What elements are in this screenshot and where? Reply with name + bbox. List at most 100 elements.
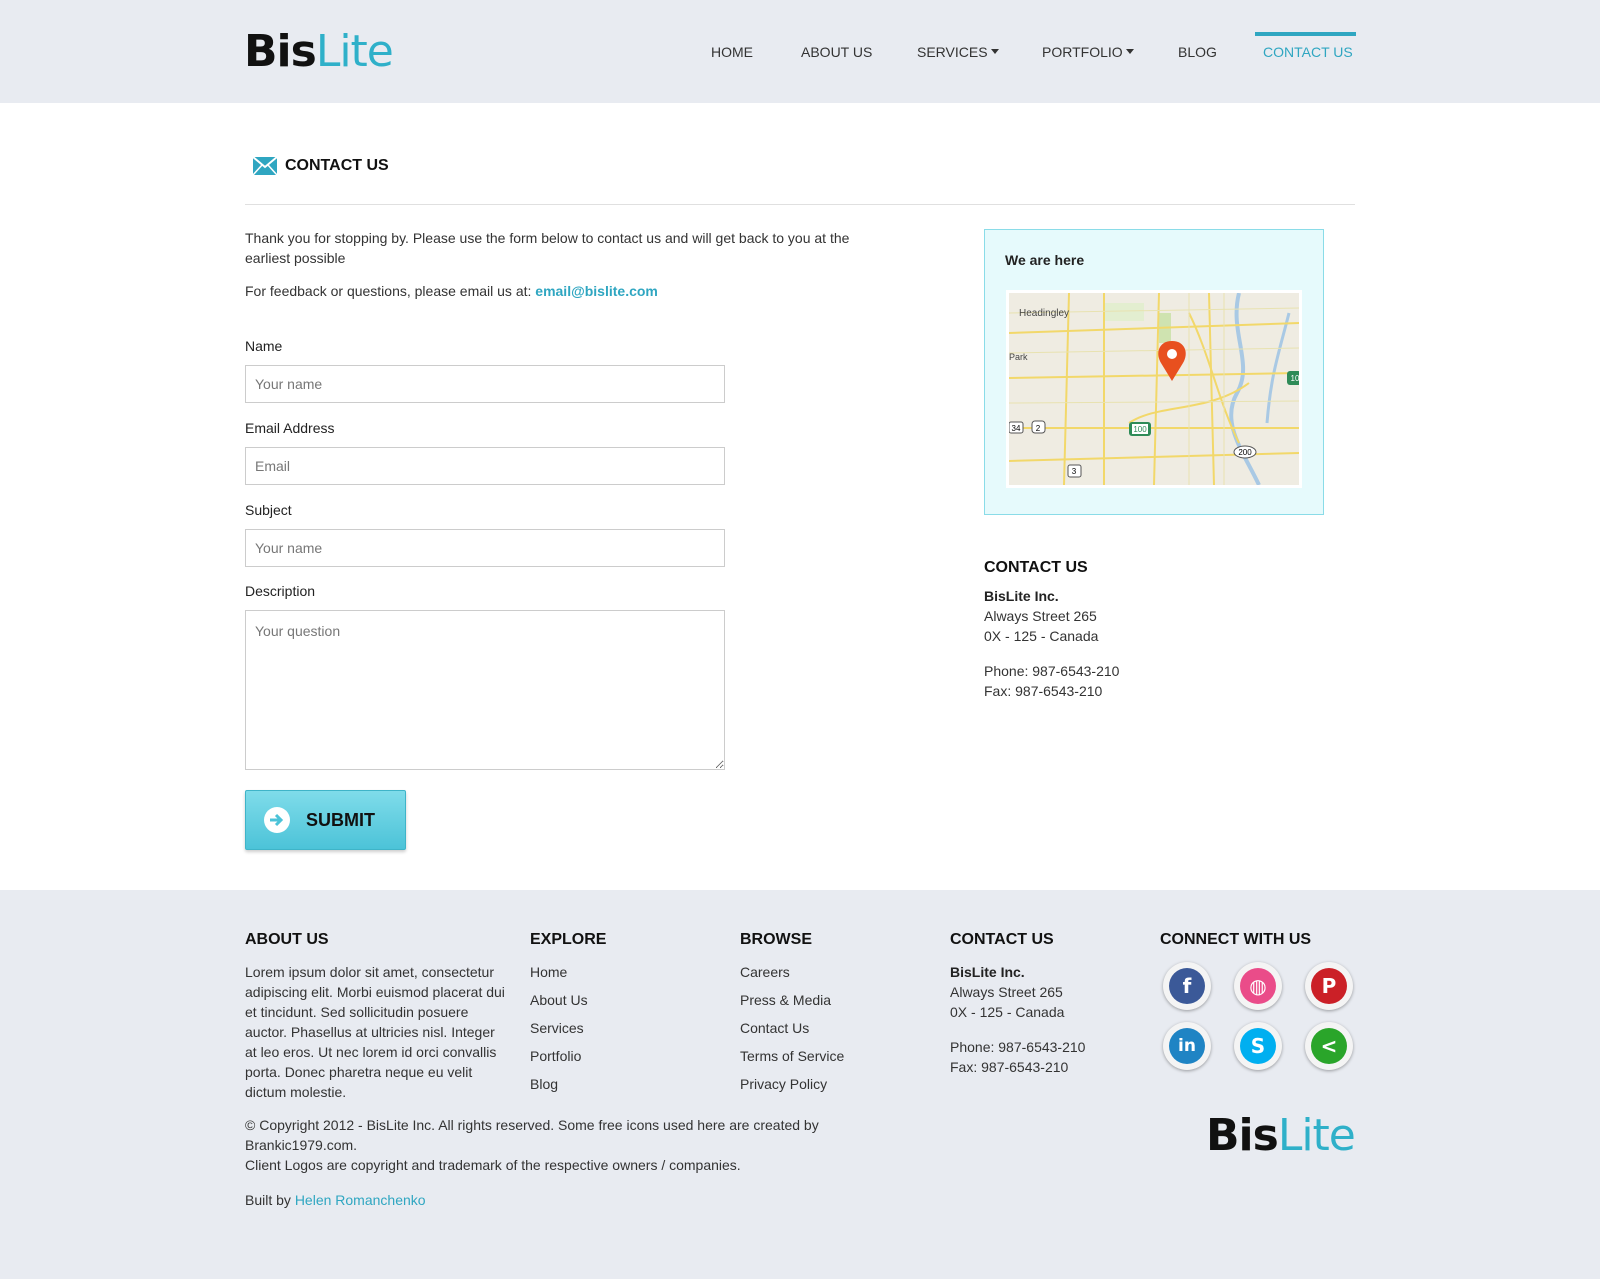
map-place-headingley: Headingley [1019,308,1069,319]
envelope-icon [253,157,277,175]
nav-blog[interactable]: BLOG [1178,32,1217,72]
footer-link-careers[interactable]: Careers [740,962,844,982]
dribbble-glyph: ◍ [1240,968,1276,1004]
contact-info-title: CONTACT US [984,559,1088,576]
footer-link-contact-us[interactable]: Contact Us [740,1018,844,1038]
site-header: BisLite HOME ABOUT US SERVICES PORTFOLIO… [0,0,1600,103]
map-shield-200: 200 [1238,448,1252,457]
footer-connect-title: CONNECT WITH US [1160,931,1312,948]
feedback-text: For feedback or questions, please email … [245,283,658,299]
email-label: Email Address [245,420,335,436]
chevron-down-icon [990,49,999,55]
skype-icon[interactable]: S [1234,1022,1282,1070]
map-panel: We are here Headingley Park 34 2 100 200… [984,229,1324,515]
page-title: CONTACT US [253,157,389,175]
name-label: Name [245,338,283,354]
share-icon[interactable]: < [1305,1022,1353,1070]
footer-link-blog[interactable]: Blog [530,1074,606,1094]
footer-browse: BROWSE Careers Press & Media Contact Us … [740,930,844,1102]
name-input[interactable] [245,365,725,403]
nav-portfolio-label: PORTFOLIO [1042,44,1123,60]
built-by-prefix: Built by [245,1192,291,1208]
nav-home[interactable]: HOME [711,32,753,72]
footer-contact-company: BisLite Inc. [950,964,1025,980]
contact-city: 0X - 125 - Canada [984,628,1099,644]
map-title: We are here [1005,252,1085,268]
contact-phone: Phone: 987-6543-210 [984,663,1120,679]
main-content: CONTACT US Thank you for stopping by. Pl… [0,103,1600,890]
footer-contact-phone: Phone: 987-6543-210 [950,1039,1086,1055]
map-shield-3: 3 [1072,467,1077,476]
copyright-text: © Copyright 2012 - BisLite Inc. All righ… [245,1115,845,1175]
footer-contact-street: Always Street 265 [950,984,1063,1000]
footer-about-title: ABOUT US [245,931,329,948]
author-link[interactable]: Helen Romanchenko [295,1192,426,1208]
built-by: Built by Helen Romanchenko [245,1192,426,1208]
description-textarea[interactable] [245,610,725,770]
facebook-glyph: f [1169,968,1205,1004]
footer-about: ABOUT US Lorem ipsum dolor sit amet, con… [245,930,505,1102]
copyright-line-2: Client Logos are copyright and trademark… [245,1157,741,1173]
map-shield-100: 100 [1133,425,1147,434]
location-map[interactable]: Headingley Park 34 2 100 200 3 10 [1006,290,1302,488]
footer-contact-fax: Fax: 987-6543-210 [950,1059,1069,1075]
footer-connect: CONNECT WITH US [1160,930,1311,962]
footer-brand-light: Lite [1277,1110,1356,1161]
pinterest-glyph: P [1311,968,1347,1004]
contact-fax: Fax: 987-6543-210 [984,683,1103,699]
feedback-prefix: For feedback or questions, please email … [245,283,532,299]
contact-company: BisLite Inc. [984,588,1059,604]
footer-about-text: Lorem ipsum dolor sit amet, consectetur … [245,964,505,1100]
footer-link-portfolio[interactable]: Portfolio [530,1046,606,1066]
footer-link-press-media[interactable]: Press & Media [740,990,844,1010]
map-shield-10: 10 [1291,374,1299,383]
page-title-text: CONTACT US [285,157,389,174]
footer-explore-title: EXPLORE [530,931,607,948]
description-label: Description [245,583,316,599]
map-place-park: Park [1009,352,1028,362]
footer-explore: EXPLORE Home About Us Services Portfolio… [530,930,606,1102]
footer-link-privacy[interactable]: Privacy Policy [740,1074,844,1094]
nav-contact-us[interactable]: CONTACT US [1255,32,1356,72]
subject-label: Subject [245,502,292,518]
linkedin-glyph: in [1169,1028,1205,1064]
copyright-line-1: © Copyright 2012 - BisLite Inc. All righ… [245,1117,819,1153]
footer-brand-bold: Bis [1206,1110,1279,1161]
pinterest-icon[interactable]: P [1305,962,1353,1010]
nav-blog-label: BLOG [1178,44,1217,60]
nav-services-label: SERVICES [917,44,988,60]
footer-contact: CONTACT US BisLite Inc. Always Street 26… [950,930,1085,1077]
arrow-right-icon [264,807,290,833]
footer-contact-city: 0X - 125 - Canada [950,1004,1065,1020]
nav-about-us[interactable]: ABOUT US [801,32,872,72]
dribbble-icon[interactable]: ◍ [1234,962,1282,1010]
skype-glyph: S [1240,1028,1276,1064]
footer-link-terms[interactable]: Terms of Service [740,1046,844,1066]
share-glyph: < [1311,1028,1347,1064]
contact-street: Always Street 265 [984,608,1097,624]
footer-contact-title: CONTACT US [950,931,1054,948]
linkedin-icon[interactable]: in [1163,1022,1211,1070]
contact-email-link[interactable]: email@bislite.com [535,283,658,299]
footer-brand-logo[interactable]: BisLite [1206,1114,1356,1158]
brand-logo[interactable]: BisLite [244,30,394,74]
nav-home-label: HOME [711,44,753,60]
subject-input[interactable] [245,529,725,567]
nav-contact-label: CONTACT US [1263,44,1353,60]
nav-services[interactable]: SERVICES [917,32,999,72]
facebook-icon[interactable]: f [1163,962,1211,1010]
site-footer: ABOUT US Lorem ipsum dolor sit amet, con… [0,890,1600,1279]
map-shield-34: 34 [1012,424,1021,433]
footer-browse-title: BROWSE [740,931,812,948]
email-input[interactable] [245,447,725,485]
footer-link-home[interactable]: Home [530,962,606,982]
footer-link-services[interactable]: Services [530,1018,606,1038]
brand-light: Lite [315,26,394,77]
title-divider [245,204,1355,205]
nav-portfolio[interactable]: PORTFOLIO [1042,32,1134,72]
nav-about-label: ABOUT US [801,44,873,60]
map-shield-2: 2 [1036,424,1041,433]
submit-label: SUBMIT [306,809,375,830]
submit-button[interactable]: SUBMIT [245,790,406,850]
footer-link-about-us[interactable]: About Us [530,990,606,1010]
